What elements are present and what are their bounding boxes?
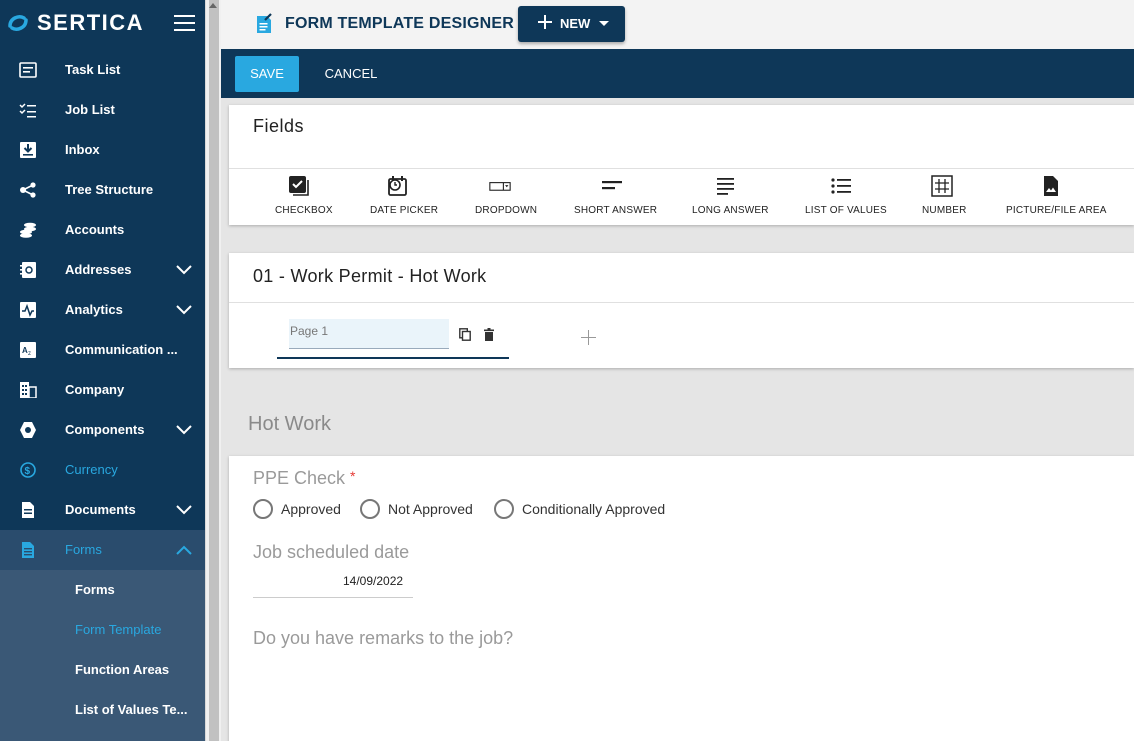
- caret-down-icon: [599, 21, 609, 26]
- field-tool-picture-file-area[interactable]: PICTURE/FILE AREA: [1003, 175, 1106, 220]
- radio-conditionally-approved[interactable]: Conditionally Approved: [494, 498, 665, 520]
- field-tool-list-of-values[interactable]: LIST OF VALUES: [801, 175, 887, 220]
- date-field-underline: [253, 597, 413, 598]
- field-tool-checkbox[interactable]: CHECKBOX: [267, 175, 333, 220]
- action-bar: SAVE CANCEL: [221, 49, 1134, 98]
- fields-panel-title: Fields: [253, 116, 305, 136]
- scrollbar-thumb[interactable]: [209, 0, 219, 741]
- sidebar-item-accounts[interactable]: Accounts: [0, 210, 205, 250]
- new-button[interactable]: NEW: [518, 6, 625, 42]
- radio-not-approved[interactable]: Not Approved: [360, 498, 473, 520]
- divider: [229, 168, 1134, 169]
- page-name-input[interactable]: Page 1: [289, 319, 449, 349]
- trash-icon[interactable]: [484, 328, 494, 341]
- currency-icon: $: [20, 462, 36, 478]
- submenu-item-list-of-values[interactable]: List of Values Te...: [0, 690, 205, 730]
- logo-text: SERTICA: [37, 10, 145, 35]
- chevron-down-icon[interactable]: [176, 505, 192, 515]
- forms-submenu: Forms Form Template Function Areas List …: [0, 570, 205, 741]
- template-panel: 01 - Work Permit - Hot Work Page 1: [229, 253, 1134, 368]
- question-ppe-check[interactable]: PPE Check *: [253, 468, 356, 489]
- addresses-icon: [20, 262, 36, 278]
- tab-page-1[interactable]: Page 1: [277, 315, 509, 359]
- short-answer-icon: [602, 181, 622, 190]
- form-section-card: PPE Check * Approved Not Approved Conditi…: [229, 456, 1134, 741]
- date-picker-icon: [388, 176, 407, 196]
- page-title: FORM TEMPLATE DESIGNER: [285, 15, 514, 32]
- long-answer-icon: [717, 178, 734, 195]
- designer-content: Fields CHECKBOX DATE PICKER DROPDOWN SHO…: [221, 98, 1134, 741]
- field-tool-number[interactable]: NUMBER: [914, 175, 970, 220]
- list-of-values-icon: [831, 178, 851, 194]
- fields-panel: Fields CHECKBOX DATE PICKER DROPDOWN SHO…: [229, 105, 1134, 225]
- task-list-icon: [19, 62, 37, 78]
- sidebar-scrollbar[interactable]: [205, 0, 221, 741]
- communication-icon: Az: [20, 342, 36, 358]
- accounts-icon: [20, 222, 36, 238]
- scroll-up-arrow-icon[interactable]: [209, 3, 217, 8]
- submenu-item-function-areas[interactable]: Function Areas: [0, 650, 205, 690]
- tree-structure-icon: [20, 182, 36, 198]
- radio-approved[interactable]: Approved: [253, 498, 341, 520]
- section-title: Hot Work: [248, 413, 331, 435]
- sidebar-item-tree-structure[interactable]: Tree Structure: [0, 170, 205, 210]
- form-designer-icon: [257, 13, 272, 33]
- picture-file-icon: [1044, 176, 1058, 196]
- question-remarks[interactable]: Do you have remarks to the job?: [253, 628, 513, 649]
- sidebar-item-task-list[interactable]: Task List: [0, 50, 205, 90]
- field-tool-long-answer[interactable]: LONG ANSWER: [688, 175, 768, 220]
- dropdown-icon: [489, 182, 511, 191]
- field-tool-date-picker[interactable]: DATE PICKER: [365, 175, 438, 220]
- svg-text:z: z: [28, 351, 31, 357]
- submenu-item-forms[interactable]: Forms: [0, 570, 205, 610]
- hamburger-menu-icon[interactable]: [174, 15, 195, 31]
- date-field-value[interactable]: 14/09/2022: [343, 574, 403, 588]
- submenu-item-form-template[interactable]: Form Template: [0, 610, 205, 650]
- chevron-down-icon[interactable]: [176, 425, 192, 435]
- sidebar-item-inbox[interactable]: Inbox: [0, 130, 205, 170]
- documents-icon: [22, 502, 34, 518]
- chevron-up-icon[interactable]: [176, 545, 192, 555]
- radio-circle-icon: [253, 499, 273, 519]
- sidebar-item-addresses[interactable]: Addresses: [0, 250, 205, 290]
- sidebar-item-analytics[interactable]: Analytics: [0, 290, 205, 330]
- number-icon: [931, 175, 953, 197]
- sidebar-item-components[interactable]: Components: [0, 410, 205, 450]
- company-icon: [20, 382, 37, 398]
- radio-circle-icon: [494, 499, 514, 519]
- add-page-icon[interactable]: [581, 330, 596, 345]
- forms-icon: [22, 542, 34, 558]
- cancel-button[interactable]: CANCEL: [317, 56, 385, 92]
- chevron-down-icon[interactable]: [176, 265, 192, 275]
- sidebar-item-job-list[interactable]: Job List: [0, 90, 205, 130]
- template-title: 01 - Work Permit - Hot Work: [253, 266, 487, 286]
- divider: [229, 302, 1134, 303]
- sidebar-item-documents[interactable]: Documents: [0, 490, 205, 530]
- checkbox-icon: [289, 176, 309, 196]
- inbox-icon: [20, 142, 36, 158]
- sertica-logo[interactable]: SERTICA: [7, 9, 144, 37]
- sertica-logo-icon: [8, 15, 28, 31]
- required-marker: *: [350, 468, 356, 484]
- sidebar-item-forms[interactable]: Forms: [0, 530, 205, 570]
- field-tool-dropdown[interactable]: DROPDOWN: [469, 175, 539, 220]
- page-header: FORM TEMPLATE DESIGNER NEW: [221, 0, 1134, 49]
- active-tab-underline: [277, 357, 509, 359]
- components-icon: [20, 422, 36, 438]
- new-button-label: NEW: [560, 16, 591, 31]
- job-list-icon: [19, 103, 36, 118]
- save-button[interactable]: SAVE: [235, 56, 299, 92]
- sidebar: SERTICA Task List Job List Inbox Tree St…: [0, 0, 205, 741]
- plus-icon: [538, 15, 552, 29]
- analytics-icon: [20, 302, 36, 318]
- sidebar-item-company[interactable]: Company: [0, 370, 205, 410]
- copy-icon[interactable]: [459, 328, 471, 341]
- question-job-scheduled-date[interactable]: Job scheduled date: [253, 542, 409, 563]
- sidebar-item-communication[interactable]: Az Communication ...: [0, 330, 205, 370]
- radio-circle-icon: [360, 499, 380, 519]
- chevron-down-icon[interactable]: [176, 305, 192, 315]
- sidebar-item-currency[interactable]: $ Currency: [0, 450, 205, 490]
- svg-text:$: $: [25, 466, 31, 477]
- field-tool-short-answer[interactable]: SHORT ANSWER: [569, 175, 657, 220]
